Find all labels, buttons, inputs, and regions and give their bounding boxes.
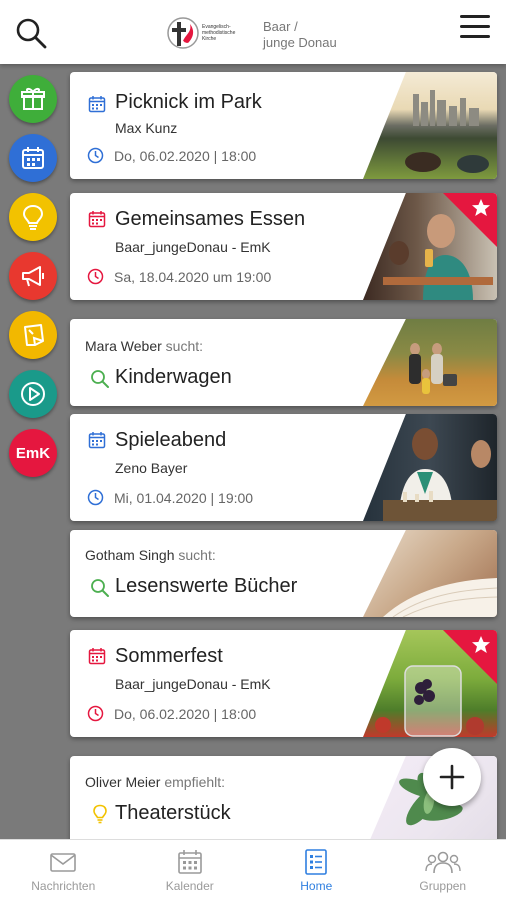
author-name: Oliver Meier	[85, 774, 161, 790]
event-title: Gemeinsames Essen	[115, 208, 306, 230]
event-date: Mi, 01.04.2020 | 19:00	[114, 490, 254, 506]
nav-label: Home	[300, 879, 333, 893]
game-night-photo	[363, 414, 497, 521]
emk-label: EmK	[15, 444, 51, 462]
clock-icon	[87, 268, 104, 285]
clock-icon	[87, 705, 104, 722]
nav-calendar[interactable]: Kalender	[127, 840, 254, 900]
nav-groups[interactable]: Gruppen	[380, 840, 506, 900]
church-logo: Evangelisch-methodistische Kirche	[166, 16, 238, 50]
gift-icon	[21, 88, 45, 110]
list-icon	[305, 849, 328, 875]
event-organizer: Baar_jungeDonau - EmK	[115, 676, 271, 692]
clock-icon	[87, 489, 104, 506]
event-organizer: Max Kunz	[115, 120, 178, 136]
sticky-note-icon	[24, 324, 44, 346]
calendar-icon	[88, 432, 106, 449]
event-card[interactable]: Spieleabend Zeno Bayer Mi, 01.04.2020 | …	[70, 414, 497, 521]
logo-text: Evangelisch-methodistische Kirche	[202, 24, 236, 42]
request-title: Kinderwagen	[115, 366, 232, 388]
event-card[interactable]: Gemeinsames Essen Baar_jungeDonau - EmK …	[70, 193, 497, 300]
event-organizer: Zeno Bayer	[115, 460, 188, 476]
menu-icon	[460, 15, 490, 18]
hamburger-menu-button[interactable]	[460, 15, 490, 41]
author-name: Mara Weber	[85, 338, 162, 354]
gift-category-button[interactable]	[9, 75, 57, 123]
nav-label: Nachrichten	[31, 879, 96, 893]
play-icon	[21, 382, 45, 406]
event-date: Do, 06.02.2020 | 18:00	[114, 706, 257, 722]
feed-list: Picknick im Park Max Kunz Do, 06.02.2020…	[66, 64, 506, 839]
event-date: Sa, 18.04.2020 um 19:00	[114, 269, 272, 285]
star-icon	[472, 199, 490, 216]
search-icon	[16, 18, 47, 49]
request-author-line: Gotham Singh sucht:	[85, 547, 216, 563]
event-title: Sommerfest	[115, 645, 223, 667]
group-icon	[425, 851, 461, 874]
star-icon	[472, 636, 490, 653]
location-label: Baar / junge Donau	[263, 19, 337, 50]
bottom-navigation: Nachrichten Kalender Home Gruppen	[0, 839, 506, 900]
request-author-line: Mara Weber sucht:	[85, 338, 203, 354]
event-title: Picknick im Park	[115, 91, 262, 113]
calendar-icon	[177, 850, 202, 874]
autumn-walk-photo	[363, 319, 497, 406]
plus-icon	[439, 764, 465, 790]
nav-label: Gruppen	[419, 879, 467, 893]
search-request-card[interactable]: Gotham Singh sucht: Lesenswerte Bücher	[70, 530, 497, 617]
request-verb: sucht:	[165, 338, 204, 354]
media-category-button[interactable]	[9, 370, 57, 418]
calendar-category-button[interactable]	[9, 134, 57, 182]
megaphone-icon	[22, 266, 44, 287]
search-icon	[91, 579, 109, 597]
notes-category-button[interactable]	[9, 311, 57, 359]
add-button[interactable]	[423, 748, 481, 806]
event-card[interactable]: Sommerfest Baar_jungeDonau - EmK Do, 06.…	[70, 630, 497, 737]
event-organizer: Baar_jungeDonau - EmK	[115, 239, 271, 255]
announcement-category-button[interactable]	[9, 252, 57, 300]
search-button[interactable]	[14, 16, 48, 50]
nav-label: Kalender	[165, 879, 214, 893]
author-name: Gotham Singh	[85, 547, 175, 563]
nav-home[interactable]: Home	[253, 840, 380, 900]
recommend-verb: empfiehlt:	[164, 774, 226, 790]
calendar-icon	[88, 96, 106, 113]
recommendation-author-line: Oliver Meier empfiehlt:	[85, 774, 225, 790]
emk-category-button[interactable]: EmK	[9, 429, 57, 477]
event-card[interactable]: Picknick im Park Max Kunz Do, 06.02.2020…	[70, 72, 497, 179]
calendar-icon	[88, 648, 106, 665]
clock-icon	[87, 147, 104, 164]
event-title: Spieleabend	[115, 429, 227, 451]
request-title: Lesenswerte Bücher	[115, 575, 298, 597]
recommendation-title: Theaterstück	[115, 802, 231, 824]
search-request-card[interactable]: Mara Weber sucht: Kinderwagen	[70, 319, 497, 406]
cross-flame-icon	[167, 17, 199, 49]
search-icon	[91, 370, 109, 388]
event-date: Do, 06.02.2020 | 18:00	[114, 148, 257, 164]
lightbulb-icon	[22, 204, 44, 230]
calendar-icon	[88, 211, 106, 228]
nav-messages[interactable]: Nachrichten	[0, 840, 127, 900]
category-rail: EmK	[0, 64, 66, 839]
request-verb: sucht:	[178, 547, 216, 563]
lightbulb-icon	[93, 804, 107, 824]
envelope-icon	[50, 853, 77, 872]
app-header: Evangelisch-methodistische Kirche Baar /…	[0, 0, 506, 64]
open-book-photo	[363, 530, 497, 617]
idea-category-button[interactable]	[9, 193, 57, 241]
calendar-icon	[22, 147, 44, 169]
picnic-park-photo	[363, 72, 497, 179]
